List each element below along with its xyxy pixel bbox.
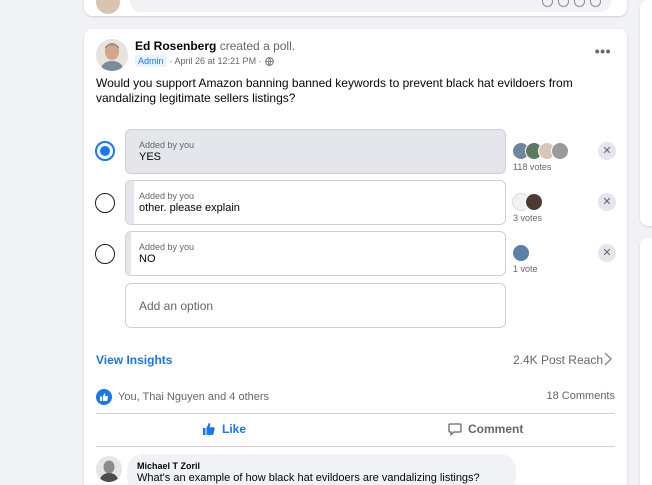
- comment-tools: [542, 0, 601, 7]
- avatar: [525, 193, 543, 211]
- comment-author[interactable]: Michael T Zoril: [137, 461, 506, 471]
- poll-radio-no[interactable]: [95, 244, 115, 264]
- comment-button[interactable]: Comment: [448, 422, 523, 436]
- comment-input[interactable]: [130, 0, 611, 12]
- emoji-icon[interactable]: [542, 0, 553, 7]
- comment-label: Comment: [468, 422, 524, 436]
- comment-bubble: Michael T Zoril What's an example of how…: [127, 454, 516, 485]
- remove-option-button[interactable]: ✕: [598, 193, 616, 211]
- admin-badge: Admin: [135, 55, 167, 67]
- like-button[interactable]: Like: [202, 422, 246, 436]
- post-author-line: Ed Rosenberg created a poll.: [135, 39, 295, 53]
- poll-question: Would you support Amazon banning banned …: [96, 76, 573, 105]
- poll-option-yes[interactable]: Added by you YES: [125, 129, 506, 174]
- poll-option-no[interactable]: Added by you NO: [125, 231, 506, 276]
- post-meta: Admin · April 26 at 12:21 PM ·: [135, 55, 274, 67]
- commenter-avatar[interactable]: [96, 456, 122, 482]
- author-avatar[interactable]: [96, 39, 128, 71]
- gif-icon[interactable]: [574, 0, 585, 7]
- option-label: NO: [139, 253, 156, 265]
- add-option-input[interactable]: Add an option: [125, 283, 506, 328]
- poll-post-card: Ed Rosenberg created a poll. Admin · Apr…: [84, 29, 627, 485]
- author-action: created a poll.: [219, 39, 296, 53]
- right-column-card: [640, 238, 652, 485]
- camera-icon[interactable]: [558, 0, 569, 7]
- avatar: [96, 0, 120, 14]
- previous-post-card: [84, 0, 627, 16]
- option-label: YES: [139, 151, 162, 163]
- comments-count[interactable]: 18 Comments: [547, 390, 615, 402]
- divider: [96, 413, 615, 414]
- option-result-bar: [126, 181, 134, 224]
- option-added-by: Added by you: [139, 191, 195, 201]
- option-label: other. please explain: [139, 202, 240, 214]
- remove-option-button[interactable]: ✕: [598, 142, 616, 160]
- option-voters[interactable]: [512, 193, 543, 211]
- divider: [96, 446, 615, 447]
- post-reach[interactable]: 2.4K Post Reach: [513, 353, 603, 367]
- option-added-by: Added by you: [139, 140, 195, 150]
- like-label: Like: [222, 422, 247, 436]
- poll-radio-other[interactable]: [95, 193, 115, 213]
- add-option-placeholder: Add an option: [139, 299, 214, 313]
- vote-count[interactable]: 1 vote: [513, 264, 538, 274]
- vote-count[interactable]: 3 votes: [513, 213, 542, 223]
- option-voters[interactable]: [512, 142, 569, 160]
- like-reaction-icon: [96, 389, 112, 405]
- globe-icon: [264, 56, 274, 66]
- avatar: [551, 142, 569, 160]
- option-added-by: Added by you: [139, 242, 195, 252]
- chevron-right-icon[interactable]: [603, 352, 613, 366]
- comment-icon: [448, 423, 462, 436]
- option-voters[interactable]: [512, 244, 530, 262]
- view-insights-link[interactable]: View Insights: [96, 353, 172, 367]
- vote-count[interactable]: 118 votes: [513, 162, 551, 172]
- remove-option-button[interactable]: ✕: [598, 244, 616, 262]
- reactions-text: You, Thai Nguyen and 4 others: [118, 391, 270, 403]
- option-result-bar: [126, 232, 131, 275]
- avatar: [512, 244, 530, 262]
- more-options-button[interactable]: •••: [595, 43, 611, 59]
- poll-option-other[interactable]: Added by you other. please explain: [125, 180, 506, 225]
- author-name[interactable]: Ed Rosenberg: [135, 39, 216, 53]
- poll-radio-yes[interactable]: [95, 141, 115, 161]
- right-column-card: [640, 0, 652, 226]
- comment-text: What's an example of how black hat evild…: [137, 472, 480, 484]
- thumbs-up-icon: [203, 423, 215, 435]
- sticker-icon[interactable]: [590, 0, 601, 7]
- reactions-summary[interactable]: You, Thai Nguyen and 4 others: [96, 389, 269, 405]
- post-timestamp[interactable]: · April 26 at 12:21 PM ·: [170, 56, 262, 66]
